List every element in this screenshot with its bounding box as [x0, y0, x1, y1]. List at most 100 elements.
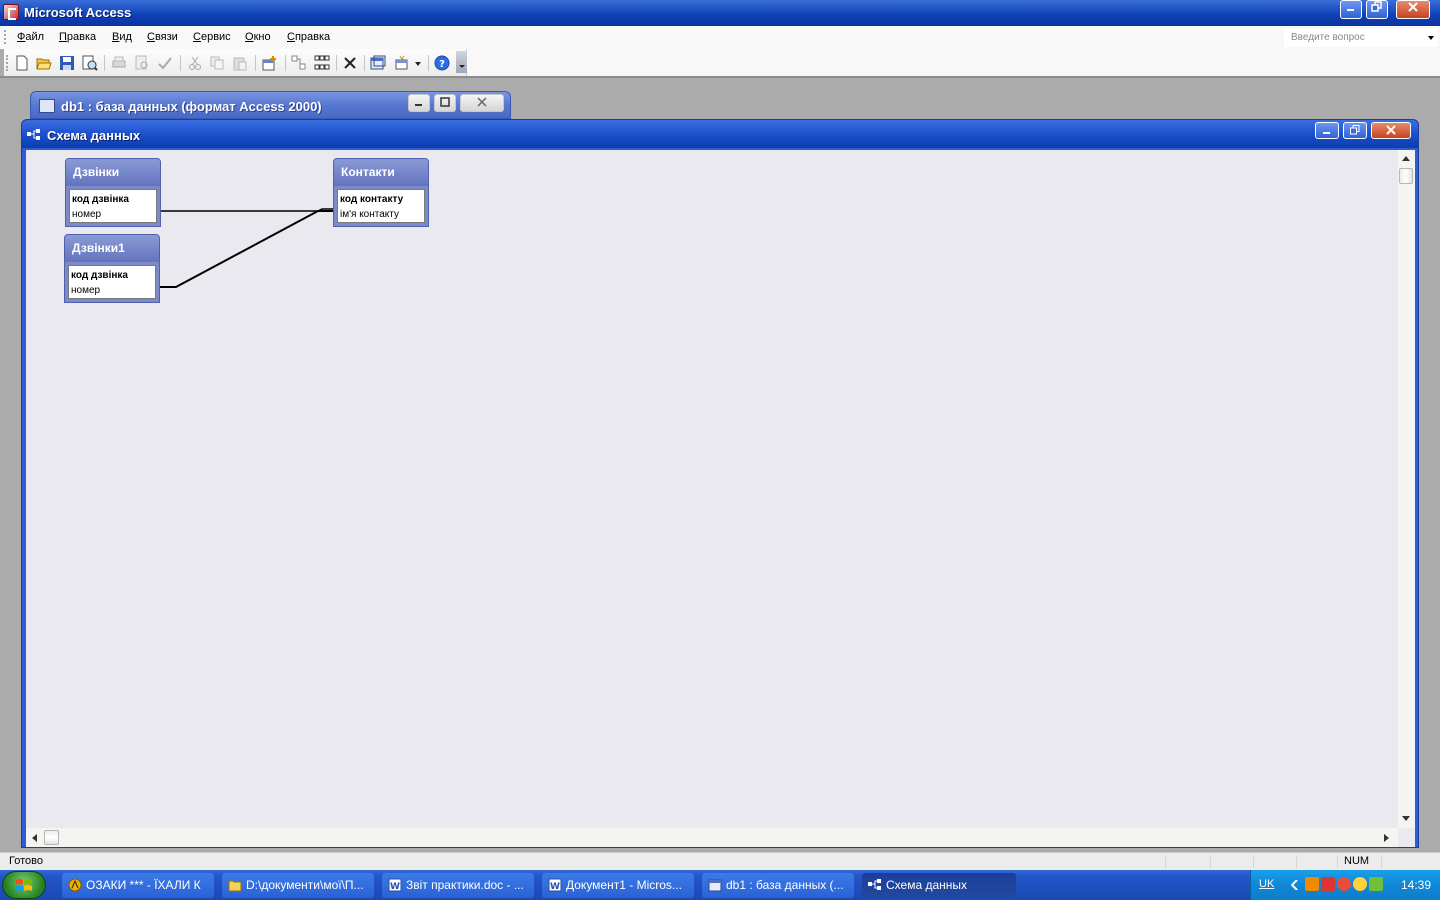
- new-object-dropdown-icon[interactable]: [415, 62, 421, 66]
- status-bar: Готово NUM: [0, 852, 1440, 870]
- minimize-icon: [415, 104, 422, 106]
- database-window-icon[interactable]: [370, 55, 386, 71]
- clock[interactable]: 14:39: [1401, 878, 1431, 892]
- system-tray: UK 14:39: [1250, 870, 1440, 900]
- scroll-right-icon[interactable]: [1384, 834, 1390, 842]
- menu-file[interactable]: Файл: [17, 31, 44, 43]
- network-tray-icon[interactable]: [1369, 877, 1383, 891]
- ask-dropdown-icon[interactable]: [1428, 36, 1434, 40]
- toolbar-separator: [428, 55, 429, 71]
- relationships-icon: [27, 129, 40, 140]
- new-icon[interactable]: [14, 55, 30, 71]
- ask-question-placeholder: Введите вопрос: [1291, 32, 1365, 43]
- schema-close-button[interactable]: [1371, 122, 1411, 139]
- toolbar-grip[interactable]: [6, 55, 9, 71]
- horizontal-scroll-thumb[interactable]: [44, 830, 59, 845]
- smiley-tray-icon[interactable]: [1353, 877, 1367, 891]
- access-app-icon[interactable]: [3, 4, 19, 20]
- db-close-button[interactable]: [460, 94, 504, 112]
- show-all-relationships-icon[interactable]: [314, 55, 330, 71]
- menu-window[interactable]: Окно: [245, 31, 271, 43]
- database-window-titlebar[interactable]: db1 : база данных (формат Access 2000): [30, 91, 511, 119]
- help-icon[interactable]: ?: [434, 55, 450, 71]
- menu-tools[interactable]: Сервис: [193, 31, 231, 43]
- open-icon[interactable]: [36, 55, 52, 71]
- word-document-icon: W: [388, 878, 402, 892]
- show-hidden-icons-chevron-icon[interactable]: [1291, 880, 1298, 890]
- search-files-icon[interactable]: [82, 55, 98, 71]
- menu-help[interactable]: Справка: [287, 31, 330, 43]
- horizontal-scrollbar[interactable]: [26, 828, 1398, 847]
- ask-question-box[interactable]: Введите вопрос: [1284, 29, 1438, 47]
- start-button[interactable]: [2, 871, 46, 899]
- restore-button[interactable]: [1366, 0, 1388, 19]
- copy-icon[interactable]: [209, 55, 225, 71]
- close-button[interactable]: [1396, 0, 1430, 19]
- table-box-kontakty[interactable]: Контакти код контакту ім'я контакту: [333, 158, 429, 227]
- status-divider: [1337, 855, 1338, 868]
- taskbar-item-relationships[interactable]: Схема данных: [862, 873, 1016, 898]
- menu-relationships[interactable]: Связи: [147, 31, 178, 43]
- minimize-button[interactable]: [1340, 0, 1362, 19]
- close-icon: [1386, 125, 1396, 135]
- cut-icon[interactable]: [187, 55, 203, 71]
- relationships-canvas[interactable]: Дзвінки код дзвінка номер Дзвінки1 код д…: [26, 150, 1415, 847]
- field-primary-key[interactable]: код дзвінка: [71, 268, 153, 283]
- status-divider: [1253, 855, 1254, 868]
- language-indicator[interactable]: UK: [1259, 878, 1274, 890]
- taskbar-item-label: Звіт практики.doc - ...: [406, 878, 524, 892]
- new-object-icon[interactable]: [394, 55, 410, 71]
- show-direct-relationships-icon[interactable]: [291, 55, 307, 71]
- paste-icon[interactable]: [232, 55, 248, 71]
- messenger-tray-icon[interactable]: [1337, 877, 1351, 891]
- close-icon: [477, 97, 487, 107]
- field-list[interactable]: код дзвінка номер: [68, 265, 156, 299]
- field-primary-key[interactable]: код дзвінка: [72, 192, 154, 207]
- print-icon[interactable]: [111, 55, 127, 71]
- menu-edit[interactable]: Правка: [59, 31, 96, 43]
- spelling-icon[interactable]: [157, 55, 173, 71]
- scroll-left-icon[interactable]: [31, 834, 37, 842]
- taskbar-item-word-document1[interactable]: W Документ1 - Micros...: [542, 873, 694, 898]
- svg-text:W: W: [550, 882, 560, 892]
- menu-grip[interactable]: [4, 30, 7, 44]
- field-list[interactable]: код дзвінка номер: [69, 189, 157, 223]
- taskbar-item-word-report[interactable]: W Звіт практики.doc - ...: [382, 873, 534, 898]
- taskbar-item-explorer[interactable]: D:\документи\мої\П...: [222, 873, 374, 898]
- field-primary-key[interactable]: код контакту: [340, 192, 422, 207]
- relationships-window-titlebar[interactable]: Схема данных: [22, 120, 1418, 148]
- show-table-icon[interactable]: [262, 55, 278, 71]
- scroll-up-icon[interactable]: [1402, 155, 1410, 161]
- table-title[interactable]: Дзвінки1: [65, 235, 159, 262]
- save-icon[interactable]: [59, 55, 75, 71]
- app-title-bar[interactable]: Microsoft Access: [0, 0, 1440, 26]
- db-restore-button[interactable]: [434, 94, 456, 112]
- table-box-dzvinky1[interactable]: Дзвінки1 код дзвінка номер: [64, 234, 160, 303]
- taskbar-item-media-player[interactable]: ОЗАКИ *** - ЇХАЛИ К: [62, 873, 214, 898]
- table-box-dzvinky[interactable]: Дзвінки код дзвінка номер: [65, 158, 161, 227]
- vertical-scrollbar[interactable]: [1398, 150, 1415, 828]
- toolbar-options-chevron[interactable]: [456, 51, 467, 73]
- field-item[interactable]: ім'я контакту: [340, 207, 422, 222]
- menu-view[interactable]: Вид: [112, 31, 132, 43]
- antivirus-tray-icon[interactable]: [1321, 877, 1335, 891]
- table-title[interactable]: Контакти: [334, 159, 428, 186]
- taskbar-item-database[interactable]: db1 : база данных (...: [702, 873, 854, 898]
- delete-icon[interactable]: [342, 55, 358, 71]
- relationship-line-dzvinky1-kontakty: [159, 210, 333, 288]
- relationships-window: Схема данных Дзвінки код дзвінка номер Д…: [21, 119, 1419, 848]
- schema-restore-button[interactable]: [1343, 122, 1367, 139]
- close-icon: [1408, 2, 1418, 12]
- relationships-icon: [868, 879, 881, 890]
- media-tray-icon[interactable]: [1305, 877, 1319, 891]
- scroll-down-icon[interactable]: [1402, 816, 1410, 822]
- schema-minimize-button[interactable]: [1315, 122, 1339, 139]
- print-preview-icon[interactable]: [134, 55, 150, 71]
- table-title[interactable]: Дзвінки: [66, 159, 160, 186]
- status-text: Готово: [9, 855, 43, 867]
- vertical-scroll-thumb[interactable]: [1399, 168, 1413, 184]
- field-list[interactable]: код контакту ім'я контакту: [337, 189, 425, 223]
- field-item[interactable]: номер: [72, 207, 154, 222]
- db-minimize-button[interactable]: [408, 94, 430, 112]
- field-item[interactable]: номер: [71, 283, 153, 298]
